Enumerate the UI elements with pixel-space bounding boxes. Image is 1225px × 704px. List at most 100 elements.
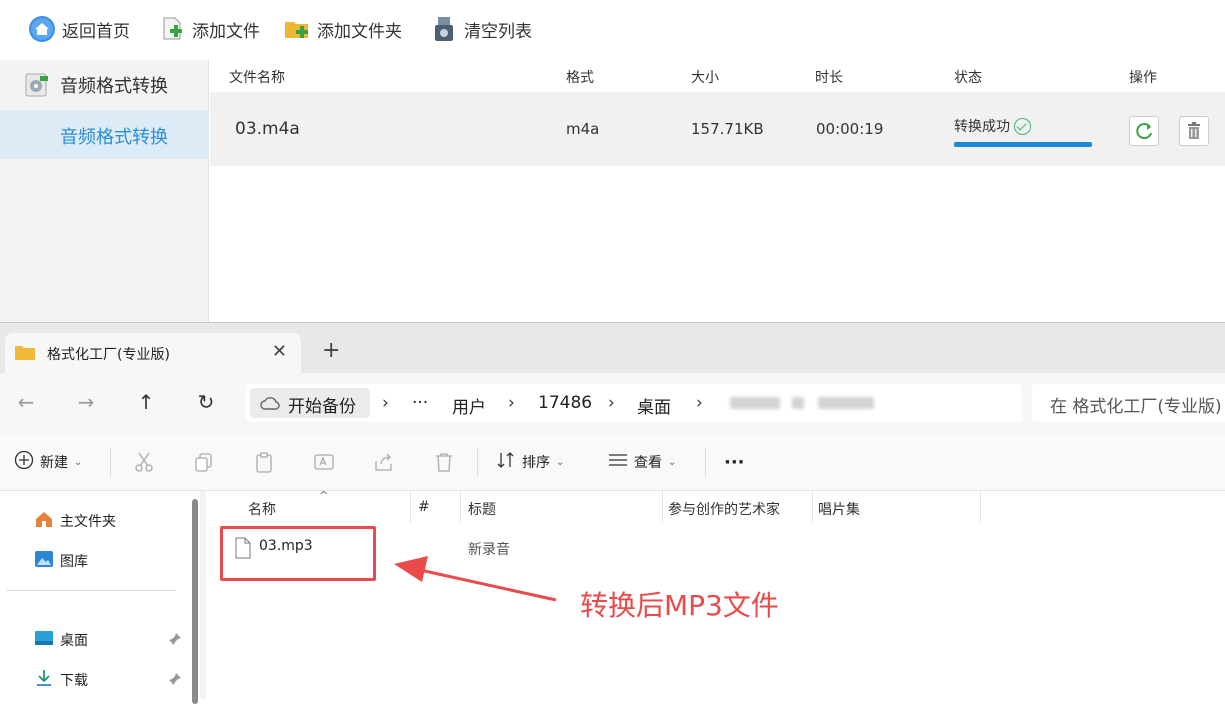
col-number[interactable]: # bbox=[418, 499, 430, 515]
nav-gallery-label: 图库 bbox=[60, 554, 88, 570]
chevron-right-icon: › bbox=[608, 393, 615, 413]
sort-icon bbox=[496, 450, 516, 474]
col-divider bbox=[460, 491, 461, 523]
forward-arrow-icon[interactable]: → bbox=[74, 391, 98, 415]
col-album[interactable]: 唱片集 bbox=[818, 499, 860, 519]
breadcrumb-users[interactable]: 用户 bbox=[452, 393, 486, 418]
cut-icon[interactable] bbox=[133, 451, 155, 473]
folder-icon bbox=[15, 344, 35, 364]
tab-bar: 格式化工厂(专业版) ✕ + bbox=[0, 323, 1225, 373]
redacted-path bbox=[730, 397, 780, 409]
breadcrumb-more[interactable]: ··· bbox=[412, 393, 428, 413]
col-name[interactable]: 名称 bbox=[248, 499, 276, 519]
add-file-label: 添加文件 bbox=[192, 21, 260, 42]
breadcrumb-user[interactable]: 17486 bbox=[538, 393, 592, 413]
col-status: 状态 bbox=[954, 70, 982, 86]
new-label: 新建 bbox=[40, 455, 68, 471]
col-duration: 时长 bbox=[815, 70, 843, 86]
chevron-down-icon: ⌄ bbox=[74, 456, 83, 468]
search-placeholder: 在 格式化工厂(专业版) bbox=[1050, 397, 1222, 417]
copy-icon[interactable] bbox=[193, 451, 215, 473]
up-arrow-icon[interactable]: ↑ bbox=[134, 391, 158, 415]
status-text: 转换成功 bbox=[954, 119, 1010, 135]
progress-bar bbox=[954, 142, 1092, 147]
col-divider bbox=[410, 491, 411, 523]
col-actions: 操作 bbox=[1129, 70, 1157, 86]
nav-desktop-label: 桌面 bbox=[60, 633, 88, 649]
share-icon[interactable] bbox=[373, 451, 395, 473]
divider bbox=[705, 447, 706, 477]
col-artist[interactable]: 参与创作的艺术家 bbox=[668, 499, 780, 519]
desktop-icon bbox=[34, 630, 54, 650]
sidebar-group-label: 音频格式转换 bbox=[60, 76, 168, 97]
sidebar-group-audio[interactable]: 音频格式转换 bbox=[0, 60, 209, 108]
file-duration: 00:00:19 bbox=[816, 120, 884, 138]
tab-folder[interactable]: 格式化工厂(专业版) ✕ bbox=[5, 333, 301, 373]
navigation-pane: 主文件夹 图库 桌面 下载 bbox=[0, 491, 200, 704]
delete-icon[interactable] bbox=[433, 451, 455, 473]
pin-icon[interactable] bbox=[168, 632, 182, 646]
nav-downloads[interactable]: 下载 bbox=[34, 669, 182, 691]
reconvert-button[interactable] bbox=[1129, 116, 1159, 146]
delete-button[interactable] bbox=[1179, 116, 1209, 146]
add-folder-icon bbox=[283, 15, 311, 43]
file-explorer: 格式化工厂(专业版) ✕ + ← → ↑ ↻ 开始备份 › ··· 用户 › 1… bbox=[0, 322, 1225, 704]
col-divider bbox=[812, 491, 813, 523]
nav-scrollbar[interactable] bbox=[192, 499, 198, 704]
add-folder-label: 添加文件夹 bbox=[317, 21, 402, 42]
sidebar: 音频格式转换 音频格式转换 bbox=[0, 60, 209, 322]
address-bar[interactable]: 开始备份 › ··· 用户 › 17486 › 桌面 › bbox=[246, 384, 1022, 422]
chevron-right-icon: › bbox=[508, 393, 515, 413]
gallery-icon bbox=[34, 550, 54, 572]
refresh-icon[interactable]: ↻ bbox=[194, 391, 218, 415]
status-cell: 转换成功 bbox=[954, 116, 1094, 147]
app-toolbar: 返回首页 添加文件 添加文件夹 清空列表 bbox=[0, 0, 1225, 60]
nav-gallery[interactable]: 图库 bbox=[34, 550, 88, 572]
backup-label: 开始备份 bbox=[288, 397, 356, 417]
nav-home[interactable]: 主文件夹 bbox=[34, 510, 116, 532]
col-format: 格式 bbox=[566, 70, 594, 86]
download-icon bbox=[34, 669, 54, 691]
back-arrow-icon[interactable]: ← bbox=[14, 391, 38, 415]
chevron-right-icon: › bbox=[696, 393, 703, 413]
clear-list-label: 清空列表 bbox=[464, 21, 532, 42]
view-list-icon bbox=[608, 450, 628, 474]
add-file-button[interactable]: 添加文件 bbox=[158, 12, 260, 46]
nav-desktop[interactable]: 桌面 bbox=[34, 629, 182, 651]
view-button[interactable]: 查看 ⌄ bbox=[608, 451, 676, 473]
clear-icon bbox=[430, 15, 458, 43]
table-row[interactable]: 03.m4a m4a 157.71KB 00:00:19 转换成功 bbox=[210, 92, 1225, 166]
highlight-box bbox=[220, 526, 376, 581]
paste-icon[interactable] bbox=[253, 451, 275, 473]
plus-circle-icon bbox=[14, 450, 34, 474]
nav-divider bbox=[6, 590, 176, 591]
new-button[interactable]: 新建 ⌄ bbox=[14, 450, 83, 474]
rename-icon[interactable] bbox=[313, 451, 335, 473]
col-title[interactable]: 标题 bbox=[468, 499, 496, 519]
tab-title: 格式化工厂(专业版) bbox=[47, 347, 170, 363]
new-tab-button[interactable]: + bbox=[322, 340, 340, 362]
add-folder-button[interactable]: 添加文件夹 bbox=[283, 12, 402, 46]
trash-icon bbox=[1188, 122, 1200, 139]
pin-icon[interactable] bbox=[168, 672, 182, 686]
view-label: 查看 bbox=[634, 455, 662, 471]
converter-app: 返回首页 添加文件 添加文件夹 清空列表 音频格式转换 音频格式转换 文件名称 … bbox=[0, 0, 1225, 322]
home-icon bbox=[28, 15, 56, 43]
clear-list-button[interactable]: 清空列表 bbox=[430, 12, 532, 46]
redacted-path bbox=[818, 397, 874, 409]
chevron-right-icon: › bbox=[382, 393, 389, 413]
annotation-arrow bbox=[394, 556, 557, 602]
more-options-icon[interactable]: ··· bbox=[724, 451, 745, 473]
search-box[interactable]: 在 格式化工厂(专业版) bbox=[1032, 384, 1225, 422]
check-circle-icon bbox=[1014, 117, 1031, 135]
home-icon bbox=[34, 510, 54, 532]
sort-up-icon: ^ bbox=[319, 489, 329, 502]
breadcrumb-desktop[interactable]: 桌面 bbox=[637, 393, 671, 418]
sort-button[interactable]: 排序 ⌄ bbox=[496, 451, 564, 473]
divider bbox=[477, 447, 478, 477]
close-tab-icon[interactable]: ✕ bbox=[272, 341, 287, 362]
sidebar-item-audio-convert[interactable]: 音频格式转换 bbox=[0, 110, 209, 159]
add-file-icon bbox=[158, 15, 186, 43]
home-button[interactable]: 返回首页 bbox=[28, 12, 130, 46]
backup-button[interactable]: 开始备份 bbox=[250, 388, 370, 418]
